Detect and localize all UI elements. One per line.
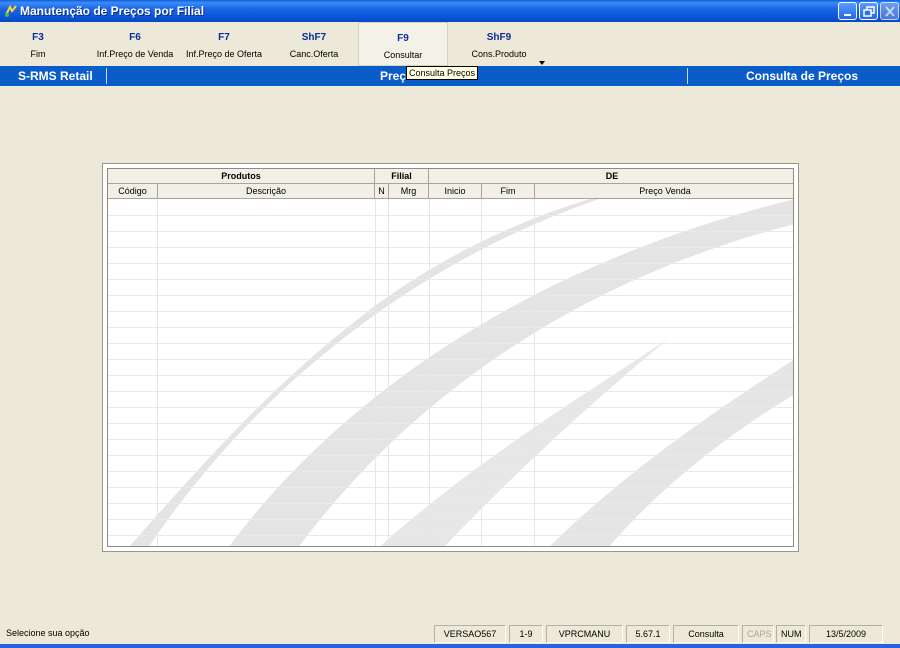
header-app-name: S-RMS Retail <box>18 69 93 83</box>
grid-column-header: Código Descrição N Mrg Inicio Fim Preço … <box>108 184 793 199</box>
minimize-button[interactable] <box>838 2 857 20</box>
grid-row-line <box>108 487 793 488</box>
tool-fim[interactable]: F3 Fim <box>8 22 68 66</box>
tool-key: F7 <box>218 32 230 43</box>
grid-row-line <box>108 295 793 296</box>
grid-row-line <box>108 455 793 456</box>
grid-col-line <box>534 199 535 546</box>
grid-row-line <box>108 359 793 360</box>
tool-key: F6 <box>129 32 141 43</box>
tool-label: Inf.Preço de Venda <box>96 49 174 59</box>
grid-col-line <box>388 199 389 546</box>
grid-row-line <box>108 231 793 232</box>
status-program: VPRCMANU <box>546 625 623 643</box>
header-separator <box>687 68 688 84</box>
tool-key: ShF9 <box>486 32 512 43</box>
tool-inf-preco-oferta[interactable]: F7 Inf.Preço de Oferta <box>180 22 268 66</box>
tool-label: Fim <box>30 49 46 59</box>
tool-label: Inf.Preço de Oferta <box>185 49 263 59</box>
restore-button[interactable] <box>859 2 878 20</box>
grid-row-line <box>108 503 793 504</box>
col-mrg[interactable]: Mrg <box>389 184 429 199</box>
minimize-icon <box>844 14 851 16</box>
status-page: 1-9 <box>509 625 543 643</box>
header-separator <box>106 68 107 84</box>
col-preco-venda[interactable]: Preço Venda <box>535 184 793 199</box>
status-version: VERSAO567 <box>434 625 506 643</box>
status-num: NUM <box>776 625 806 643</box>
grid-col-line <box>429 199 430 546</box>
tooltip: Consulta Preços <box>406 66 479 80</box>
watermark-swoosh <box>129 191 793 546</box>
price-grid-frame: Produtos Filial DE Código Descrição N Mr… <box>102 163 799 552</box>
tool-key: ShF7 <box>301 32 327 43</box>
grid-col-line <box>375 199 376 546</box>
grid-col-line <box>481 199 482 546</box>
tool-canc-oferta[interactable]: ShF7 Canc.Oferta <box>274 22 354 66</box>
group-de: DE <box>429 169 793 184</box>
restore-icon <box>863 6 875 17</box>
grid-group-header: Produtos Filial DE <box>108 169 793 184</box>
grid-row-line <box>108 279 793 280</box>
status-build: 5.67.1 <box>626 625 670 643</box>
grid-row-line <box>108 423 793 424</box>
tool-label: Canc.Oferta <box>289 49 339 59</box>
grid-row-line <box>108 519 793 520</box>
col-descricao[interactable]: Descrição <box>158 184 375 199</box>
group-filial: Filial <box>375 169 429 184</box>
window-title: Manutenção de Preços por Filial <box>20 4 205 18</box>
grid-row-line <box>108 407 793 408</box>
status-caps: CAPS <box>742 625 774 643</box>
title-bar: Manutenção de Preços por Filial <box>0 0 900 22</box>
tool-inf-preco-venda[interactable]: F6 Inf.Preço de Venda <box>90 22 180 66</box>
app-icon <box>5 4 17 17</box>
group-produtos: Produtos <box>108 169 375 184</box>
grid-row-line <box>108 247 793 248</box>
col-codigo[interactable]: Código <box>108 184 158 199</box>
tool-cons-produto[interactable]: ShF9 Cons.Produto <box>456 22 542 66</box>
col-n[interactable]: N <box>375 184 389 199</box>
col-fim[interactable]: Fim <box>482 184 535 199</box>
tool-label: Consultar <box>383 50 423 60</box>
window-bottom-border <box>0 644 900 648</box>
close-icon <box>885 6 895 17</box>
tool-label: Cons.Produto <box>471 49 527 59</box>
tool-consultar[interactable]: F9 Consultar <box>358 22 448 66</box>
grid-row-line <box>108 343 793 344</box>
status-mode: Consulta <box>673 625 739 643</box>
function-key-toolbar: F3 Fim F6 Inf.Preço de Venda F7 Inf.Preç… <box>0 22 900 66</box>
grid-row-line <box>108 471 793 472</box>
price-grid[interactable]: Produtos Filial DE Código Descrição N Mr… <box>107 168 794 547</box>
grid-row-line <box>108 375 793 376</box>
col-inicio[interactable]: Inicio <box>429 184 482 199</box>
grid-row-line <box>108 311 793 312</box>
grid-row-line <box>108 215 793 216</box>
close-button[interactable] <box>880 2 899 20</box>
grid-row-line <box>108 327 793 328</box>
status-date: 13/5/2009 <box>809 625 883 643</box>
grid-col-line <box>157 199 158 546</box>
status-bar: Selecione sua opção VERSAO567 1-9 VPRCMA… <box>0 622 900 644</box>
status-message: Selecione sua opção <box>6 628 90 638</box>
header-screen-title: Consulta de Preços <box>746 69 859 83</box>
grid-row-line <box>108 535 793 536</box>
tool-key: F3 <box>32 32 44 43</box>
grid-row-line <box>108 391 793 392</box>
grid-row-line <box>108 263 793 264</box>
grid-row-line <box>108 439 793 440</box>
tool-key: F9 <box>397 33 409 44</box>
